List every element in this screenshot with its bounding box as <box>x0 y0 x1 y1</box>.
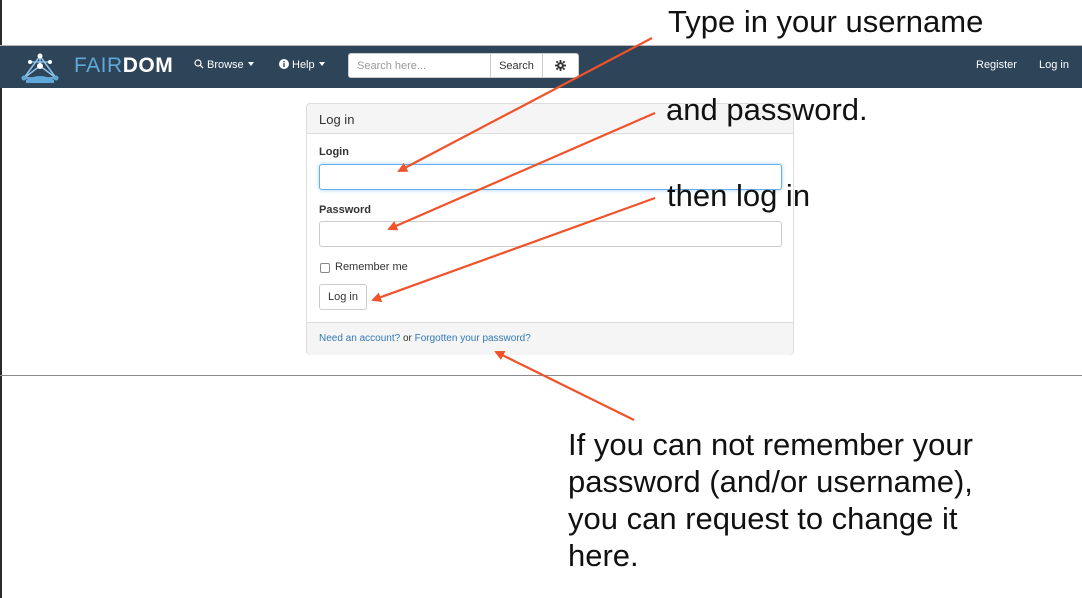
info-circle-icon <box>279 59 289 69</box>
gear-icon <box>555 60 566 71</box>
password-field-label: Password <box>319 204 371 216</box>
top-navbar: FAIRDOM Browse Help Search Register Log … <box>0 46 1082 88</box>
forgot-password-link[interactable]: Forgotten your password? <box>415 333 531 344</box>
annotation-forgot-line-2: password (and/or username), <box>568 464 973 499</box>
chevron-down-icon <box>247 62 254 66</box>
left-frame-border <box>0 0 2 598</box>
panel-footer: Need an account? or Forgotten your passw… <box>307 322 793 355</box>
chevron-down-icon <box>318 62 325 66</box>
search-settings-button[interactable] <box>543 53 579 78</box>
login-panel: Log in Login Password Remember me Log in… <box>306 103 794 355</box>
need-account-link[interactable]: Need an account? <box>319 333 400 344</box>
browse-label: Browse <box>207 59 244 71</box>
bottom-divider <box>0 375 1082 376</box>
brand-part1: FAIR <box>74 54 123 77</box>
brand-name[interactable]: FAIRDOM <box>74 54 173 78</box>
search-button[interactable]: Search <box>490 53 543 78</box>
password-input[interactable] <box>319 221 782 247</box>
remember-me-checkbox[interactable] <box>320 263 330 273</box>
login-link[interactable]: Log in <box>1039 59 1069 71</box>
annotation-forgot-line-3: you can request to change it <box>568 501 958 536</box>
footer-text: Need an account? or Forgotten your passw… <box>319 333 531 344</box>
search-icon <box>194 59 204 69</box>
browse-dropdown[interactable]: Browse <box>194 59 254 71</box>
annotation-forgot: If you can not remember your password (a… <box>568 426 973 574</box>
help-label: Help <box>292 59 315 71</box>
remember-me-label: Remember me <box>335 261 408 273</box>
annotation-password: and password. <box>666 92 868 127</box>
annotation-username: Type in your username <box>668 4 984 39</box>
register-link[interactable]: Register <box>976 59 1017 71</box>
footer-or-text: or <box>400 333 415 344</box>
brand-part2: DOM <box>122 54 174 77</box>
login-field-label: Login <box>319 146 349 158</box>
panel-title: Log in <box>319 112 355 127</box>
search-input[interactable] <box>348 53 490 78</box>
annotation-login: then log in <box>667 178 811 213</box>
help-dropdown[interactable]: Help <box>279 59 325 71</box>
login-submit-button[interactable]: Log in <box>319 284 367 310</box>
annotation-forgot-line-4: here. <box>568 538 639 573</box>
annotation-forgot-line-1: If you can not remember your <box>568 427 973 462</box>
fairdom-logo-icon[interactable] <box>20 52 60 84</box>
arrow-to-forgot-link <box>494 351 635 421</box>
